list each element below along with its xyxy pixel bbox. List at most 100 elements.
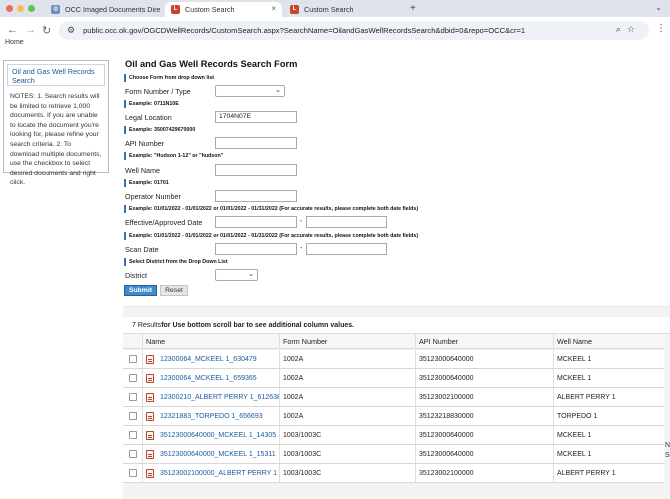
document-link[interactable]: 35123002100000_ALBERT PERRY 1: [160, 470, 277, 477]
select-all-cell: [123, 334, 142, 348]
date-range-separator: -: [300, 245, 303, 252]
sidebar-item-well-records-search[interactable]: Oil and Gas Well Records Search: [7, 64, 105, 86]
browser-menu-icon[interactable]: ⋮: [656, 23, 666, 34]
document-link[interactable]: 35123000640000_MCKEEL 1_14305: [160, 432, 276, 439]
document-link[interactable]: 12300210_ALBERT PERRY 1_612638: [160, 394, 279, 401]
effective-date-from-input[interactable]: [215, 216, 297, 228]
api-number-cell: 35123000640000: [415, 369, 553, 387]
pdf-document-icon: [146, 449, 154, 459]
api-number-cell: 35123000640000: [415, 426, 553, 444]
form-number-cell: 1002A: [279, 369, 415, 387]
name-cell: 35123002100000_ALBERT PERRY 1: [142, 464, 279, 482]
date-range-separator: -: [300, 218, 303, 225]
hint-district: Select District from the Drop Down List: [124, 258, 228, 266]
column-header-well-name[interactable]: Well Name: [553, 334, 664, 348]
tab-custom-search-active[interactable]: L Custom Search ×: [165, 2, 282, 17]
district-label: District: [125, 271, 147, 280]
api-number-cell: 35123002100000: [415, 464, 553, 482]
results-count: 7 Results: [132, 322, 162, 329]
well-name-cell: MCKEEL 1: [553, 369, 664, 387]
browser-tab-strip: ◍ OCC Imaged Documents Dire L Custom Sea…: [0, 0, 670, 17]
hint-well-name: Example: "Hudson 1-12" or "hudson": [124, 152, 223, 160]
tab-custom-search[interactable]: L Custom Search: [284, 2, 402, 17]
pdf-document-icon: [146, 373, 154, 383]
row-checkbox[interactable]: [128, 355, 137, 363]
address-bar[interactable]: ⚙ public.occ.ok.gov/OGCDWellRecords/Cust…: [59, 21, 649, 40]
minimize-window-icon[interactable]: [17, 5, 24, 12]
sidebar: Oil and Gas Well Records Search NOTES: 1…: [3, 60, 109, 186]
legal-location-input[interactable]: 1704N07E: [215, 111, 297, 123]
well-name-cell: MCKEEL 1: [553, 445, 664, 463]
forward-arrow-icon[interactable]: →: [25, 24, 36, 36]
api-number-cell: 35123000640000: [415, 350, 553, 368]
name-cell: 35123000640000_MCKEEL 1_14305: [142, 426, 279, 444]
well-name-input[interactable]: [215, 164, 297, 176]
name-cell: 12321883_TORPEDO 1_656693: [142, 407, 279, 425]
close-window-icon[interactable]: [6, 5, 13, 12]
chevron-down-icon[interactable]: ⌄: [655, 3, 662, 12]
hint-api-number: Example: 35007429670000: [124, 126, 195, 134]
operator-number-input[interactable]: [215, 190, 297, 202]
clipped-column-text: N: [665, 442, 670, 449]
tab-occ-imaged-documents[interactable]: ◍ OCC Imaged Documents Dire: [45, 2, 163, 17]
hint-effective-date: Example: 01/01/2022 - 01/01/2022 or 01/0…: [124, 205, 418, 213]
scan-date-label: Scan Date: [125, 245, 159, 254]
back-arrow-icon[interactable]: ←: [7, 24, 18, 36]
hint-operator-number: Example: 01701: [124, 179, 169, 187]
row-checkbox[interactable]: [128, 469, 137, 477]
row-checkbox[interactable]: [128, 431, 137, 439]
chevron-down-icon: ⌄: [248, 271, 254, 278]
zoom-icon[interactable]: ⌕: [616, 24, 627, 34]
document-link[interactable]: 12321883_TORPEDO 1_656693: [160, 413, 263, 420]
scan-date-to-input[interactable]: [306, 243, 387, 255]
name-cell: 12300210_ALBERT PERRY 1_612638: [142, 388, 279, 406]
close-tab-icon[interactable]: ×: [271, 4, 276, 13]
form-number-cell: 1002A: [279, 407, 415, 425]
laserfiche-icon: L: [290, 5, 299, 14]
results-hint: for Use bottom scroll bar to see additio…: [161, 322, 355, 329]
document-link[interactable]: 12300064_MCKEEL 1_630479: [160, 356, 257, 363]
document-link[interactable]: 35123000640000_MCKEEL 1_15311: [160, 451, 276, 458]
form-number-label: Form Number / Type: [125, 87, 191, 96]
row-checkbox[interactable]: [128, 450, 137, 458]
reload-icon[interactable]: ↻: [42, 24, 51, 37]
table-row: 12300064_MCKEEL 1_659365 1002A 35123000640…: [123, 369, 664, 388]
maximize-window-icon[interactable]: [28, 5, 35, 12]
pdf-document-icon: [146, 468, 154, 478]
row-checkbox[interactable]: [128, 374, 137, 382]
column-header-name[interactable]: Name: [142, 334, 279, 348]
api-number-cell: 35123218830000: [415, 407, 553, 425]
form-number-cell: 1002A: [279, 350, 415, 368]
scan-date-from-input[interactable]: [215, 243, 297, 255]
well-name-cell: MCKEEL 1: [553, 426, 664, 444]
clipped-column-text: S: [665, 452, 670, 459]
row-select-cell: [123, 407, 142, 425]
row-select-cell: [123, 350, 142, 368]
operator-number-label: Operator Number: [125, 192, 181, 201]
pdf-document-icon: [146, 392, 154, 402]
laserfiche-icon: L: [171, 5, 180, 14]
row-select-cell: [123, 464, 142, 482]
well-name-label: Well Name: [125, 166, 161, 175]
api-number-input[interactable]: [215, 137, 297, 149]
new-tab-icon[interactable]: +: [410, 3, 416, 14]
reset-button[interactable]: Reset: [160, 285, 188, 296]
district-select[interactable]: ⌄: [215, 269, 258, 281]
table-row: 35123002100000_ALBERT PERRY 1 1003/1003C 3…: [123, 464, 664, 483]
legal-location-label: Legal Location: [125, 113, 172, 122]
row-checkbox[interactable]: [128, 393, 137, 401]
site-settings-icon[interactable]: ⚙: [67, 25, 75, 36]
home-link[interactable]: Home: [5, 39, 24, 46]
document-link[interactable]: 12300064_MCKEEL 1_659365: [160, 375, 257, 382]
column-header-form-number[interactable]: Form Number: [279, 334, 415, 348]
name-cell: 12300064_MCKEEL 1_630479: [142, 350, 279, 368]
hint-legal-location: Example: 0711N10E: [124, 100, 179, 108]
browser-toolbar: ← → ↻ ⚙ public.occ.ok.gov/OGCDWellRecord…: [0, 17, 670, 44]
submit-button[interactable]: Submit: [124, 285, 157, 296]
row-checkbox[interactable]: [128, 412, 137, 420]
effective-date-to-input[interactable]: [306, 216, 387, 228]
bookmark-star-icon[interactable]: ☆: [627, 24, 641, 34]
row-select-cell: [123, 369, 142, 387]
form-number-select[interactable]: ⌄: [215, 85, 285, 97]
column-header-api-number[interactable]: API Number: [415, 334, 553, 348]
